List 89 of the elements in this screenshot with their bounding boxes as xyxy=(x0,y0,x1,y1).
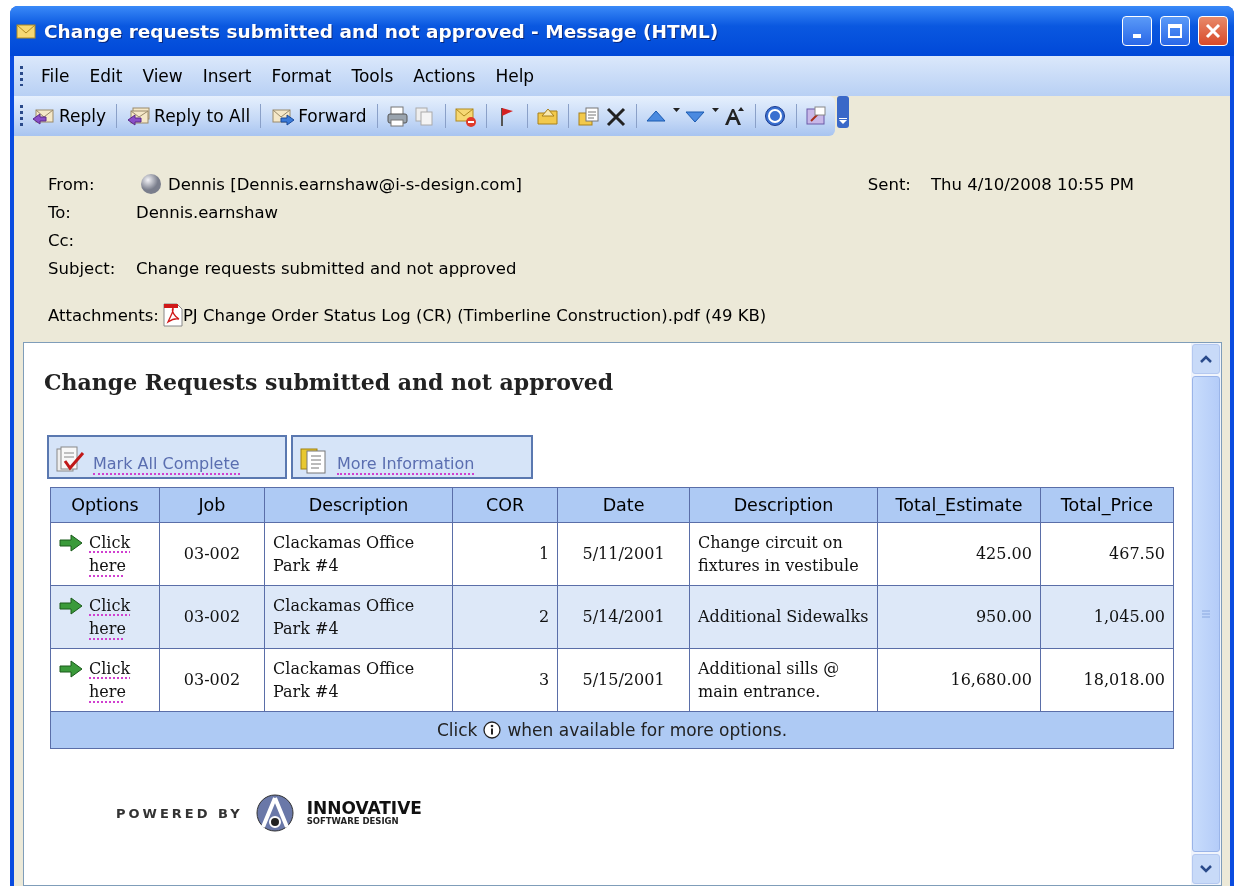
chevron-down-icon xyxy=(1200,865,1212,873)
arrow-icon xyxy=(59,533,83,552)
column-header: Total_Estimate xyxy=(877,487,1041,523)
table-cell: 5/11/2001 xyxy=(557,522,690,586)
toolbar-button[interactable]: Reply xyxy=(30,103,109,129)
chevron-up-icon xyxy=(1200,355,1212,363)
table-cell: 5/14/2001 xyxy=(557,585,690,649)
maximize-button[interactable] xyxy=(1160,16,1190,46)
menu-item[interactable]: Insert xyxy=(194,62,260,90)
table-cell: Additional Sidewalks xyxy=(689,585,878,649)
menu-item[interactable]: Help xyxy=(487,62,543,90)
column-header: Total_Price xyxy=(1040,487,1174,523)
table-cell: 18,018.00 xyxy=(1040,648,1174,712)
folder-document-icon xyxy=(299,445,329,475)
caret-icon xyxy=(838,118,847,124)
compass-logo-icon xyxy=(254,793,295,833)
maximize-icon xyxy=(1166,22,1184,40)
table-cell: 03-002 xyxy=(159,522,265,586)
brand-tagline: SOFTWARE DESIGN xyxy=(306,817,400,826)
window-title: Change requests submitted and not approved - Message (HTML) xyxy=(44,20,720,42)
table-cell: Clackamas Office Park #4 xyxy=(264,648,453,712)
scrollbar-thumb[interactable] xyxy=(1192,376,1220,852)
column-header: Date xyxy=(557,487,690,523)
close-icon xyxy=(1204,22,1222,40)
grip-icon xyxy=(1202,610,1210,618)
table-cell: 03-002 xyxy=(159,648,265,712)
table-cell: 2 xyxy=(452,585,558,649)
table-cell: 425.00 xyxy=(877,522,1041,586)
menu-item[interactable]: Format xyxy=(263,62,340,90)
column-header: Job xyxy=(159,487,265,523)
footer-note: Click xyxy=(436,718,478,742)
footer-note: when available for more options. xyxy=(507,718,788,742)
table-cell: 950.00 xyxy=(877,585,1041,649)
reply-all-icon xyxy=(127,105,152,127)
menu-item[interactable]: Tools xyxy=(343,62,402,90)
contact-status-icon xyxy=(140,173,162,195)
sender-name[interactable]: Dennis [Dennis.earnshaw@i-s-design.com] xyxy=(168,174,522,194)
column-header: Options xyxy=(50,487,160,523)
arrow-icon xyxy=(59,596,83,615)
table-cell: Clackamas Office Park #4 xyxy=(264,522,453,586)
message-heading: Change Requests submitted and not approved xyxy=(44,369,615,395)
column-header: Description xyxy=(264,487,453,523)
subject-text: Change requests submitted and not approved xyxy=(136,258,517,278)
field-label: From: xyxy=(48,174,96,194)
close-button[interactable] xyxy=(1198,16,1228,46)
table-cell: Clackamas Office Park #4 xyxy=(264,585,453,649)
toolbar-button[interactable]: Reply to All xyxy=(125,103,253,129)
info-icon xyxy=(483,721,502,739)
delete-mail-icon[interactable] xyxy=(453,105,478,127)
menu-item[interactable]: File xyxy=(33,62,78,90)
minimize-icon xyxy=(1133,34,1141,38)
font-size-icon[interactable] xyxy=(722,105,747,127)
scroll-down-button[interactable] xyxy=(1192,854,1220,884)
table-cell: 1 xyxy=(452,522,558,586)
sent-date: Thu 4/10/2008 10:55 PM xyxy=(930,174,1134,194)
table-cell: 3 xyxy=(452,648,558,712)
field-label: Sent: xyxy=(867,174,911,194)
scroll-up-button[interactable] xyxy=(1192,344,1220,374)
table-cell: 03-002 xyxy=(159,585,265,649)
field-label: Subject: xyxy=(48,258,117,278)
table-cell: 467.50 xyxy=(1040,522,1174,586)
action-button[interactable]: Mark All Complete xyxy=(47,435,287,479)
menu-item[interactable]: Actions xyxy=(405,62,484,90)
table-cell: Additional sills @ main entrance. xyxy=(689,648,878,712)
field-label: To: xyxy=(48,202,72,222)
action-button[interactable]: More Information xyxy=(291,435,533,479)
table-cell: 5/15/2001 xyxy=(557,648,690,712)
arrow-icon xyxy=(59,659,83,678)
minimize-button[interactable] xyxy=(1122,16,1152,46)
column-header: Description xyxy=(689,487,878,523)
menu-item[interactable]: View xyxy=(134,62,191,90)
table-cell: Change circuit on fixtures in vestibule xyxy=(689,522,878,586)
menu-item[interactable]: Edit xyxy=(81,62,131,90)
checklist-icon xyxy=(55,445,85,475)
toolbar-options-button[interactable] xyxy=(836,96,849,128)
toolbar-button[interactable]: Forward xyxy=(269,103,369,129)
table-cell: 16,680.00 xyxy=(877,648,1041,712)
attachment-link[interactable]: PJ Change Order Status Log (CR) (Timberline Construction).pdf (49 KB) xyxy=(182,305,767,325)
help-icon[interactable] xyxy=(763,105,788,127)
column-header: COR xyxy=(452,487,558,523)
table-cell: 1,045.00 xyxy=(1040,585,1174,649)
print-icon[interactable] xyxy=(385,105,410,127)
recipient-name[interactable]: Dennis.earnshaw xyxy=(136,202,279,222)
field-label: Attachments: xyxy=(48,305,159,325)
brand-name: INNOVATIVE xyxy=(306,800,422,818)
powered-by-label: POWERED BY xyxy=(116,805,243,821)
field-label: Cc: xyxy=(48,230,76,250)
pdf-file-icon[interactable] xyxy=(162,303,183,327)
envelope-icon xyxy=(16,22,36,40)
